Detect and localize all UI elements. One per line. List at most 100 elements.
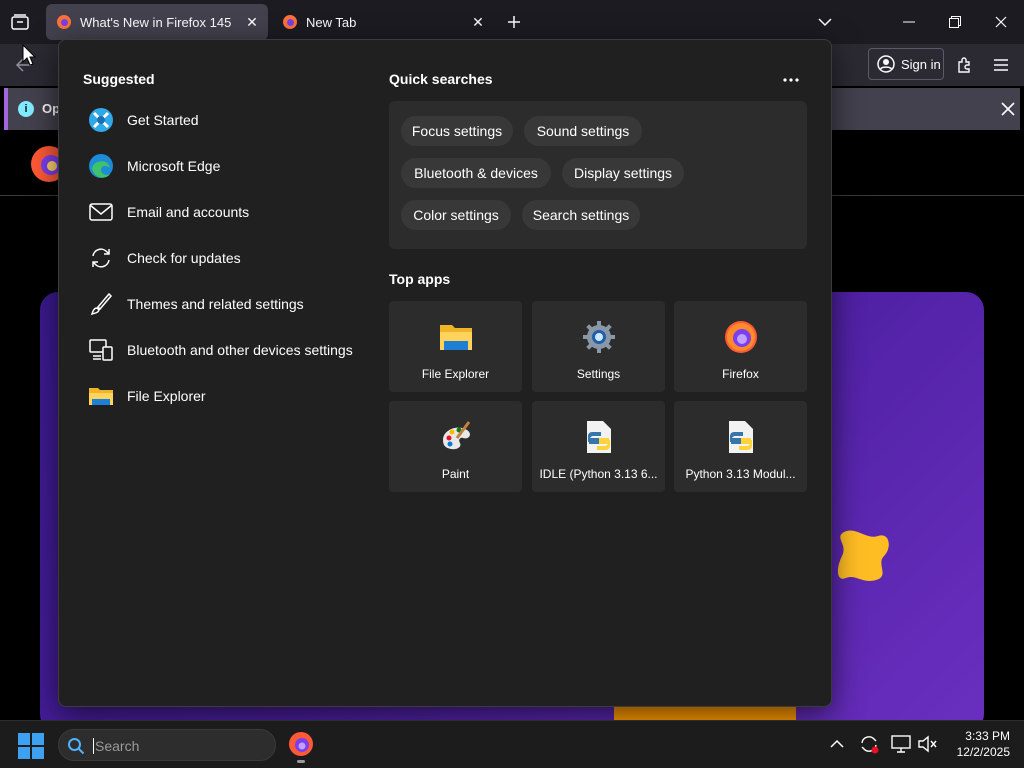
suggested-heading: Suggested	[83, 71, 155, 87]
more-dots-icon	[783, 78, 799, 82]
text-caret	[93, 738, 94, 754]
clock-date: 12/2/2025	[956, 745, 1010, 759]
quick-searches-heading: Quick searches	[389, 71, 493, 87]
app-tile-label: Settings	[576, 367, 621, 381]
app-tile-paint[interactable]: Paint	[389, 401, 522, 492]
list-all-tabs-button[interactable]	[813, 10, 837, 34]
suggested-item-get-started[interactable]: Get Started	[87, 100, 367, 140]
suggested-item-label: Themes and related settings	[127, 296, 304, 312]
windows-logo-icon	[18, 733, 44, 759]
browser-tab-bar: What's New in Firefox 145 ✕ New Tab ✕	[0, 0, 1024, 44]
paint-palette-icon	[442, 421, 470, 450]
close-window-button[interactable]	[978, 0, 1024, 44]
quick-search-chip[interactable]: Bluetooth & devices	[401, 158, 551, 188]
plus-icon	[508, 16, 520, 28]
start-button[interactable]	[18, 733, 44, 759]
taskbar-search-input[interactable]	[93, 735, 267, 757]
suggested-item-label: Check for updates	[127, 250, 241, 266]
extensions-button[interactable]	[952, 52, 978, 78]
firefox-favicon-icon	[283, 15, 297, 29]
app-menu-button[interactable]	[988, 52, 1014, 78]
settings-gear-icon	[582, 321, 615, 353]
suggested-item-file-explorer[interactable]: File Explorer	[87, 376, 367, 416]
network-monitor-icon	[891, 735, 911, 753]
tab-title: What's New in Firefox 145	[80, 14, 232, 30]
folder-icon	[439, 325, 472, 350]
suggested-item-label: Microsoft Edge	[127, 158, 221, 174]
restore-icon	[949, 16, 961, 28]
edge-icon	[89, 154, 113, 178]
app-tile-file-explorer[interactable]: File Explorer	[389, 301, 522, 392]
suggested-item-label: Email and accounts	[127, 204, 250, 220]
speaker-muted-icon	[918, 735, 937, 753]
app-tile-idle[interactable]: IDLE (Python 3.13 6...	[532, 401, 665, 492]
app-tile-settings[interactable]: Settings	[532, 301, 665, 392]
sync-icon	[92, 248, 110, 268]
new-tab-button[interactable]	[502, 10, 526, 34]
tab-title: New Tab	[306, 14, 357, 30]
app-tile-label: File Explorer	[421, 367, 490, 381]
mail-icon	[89, 203, 113, 221]
suggested-item-check-updates[interactable]: Check for updates	[87, 238, 367, 278]
mouse-cursor-icon	[22, 44, 36, 66]
suggested-item-microsoft-edge[interactable]: Microsoft Edge	[87, 146, 367, 186]
app-tile-python-module-docs[interactable]: Python 3.13 Modul...	[674, 401, 807, 492]
volume-button[interactable]	[915, 731, 939, 757]
python-file-icon	[728, 421, 753, 453]
taskbar-firefox-button[interactable]	[286, 729, 316, 763]
start-search-panel: Suggested Get Started Microsoft Edge Ema…	[58, 39, 832, 707]
close-icon	[1001, 102, 1015, 116]
firefox-favicon-icon	[57, 15, 71, 29]
more-options-button[interactable]	[779, 68, 803, 92]
suggested-item-themes[interactable]: Themes and related settings	[87, 284, 367, 324]
show-hidden-icons-button[interactable]	[825, 731, 849, 757]
top-apps-heading: Top apps	[389, 271, 451, 287]
tab-overview-icon	[11, 14, 29, 30]
app-tile-label: Paint	[441, 467, 470, 481]
brush-icon	[90, 292, 113, 316]
quick-search-chip[interactable]: Sound settings	[524, 116, 642, 146]
sync-alert-icon	[861, 736, 879, 754]
info-icon: i	[18, 101, 34, 117]
firefox-icon	[724, 321, 757, 353]
get-started-icon	[89, 108, 113, 132]
tab-new-tab[interactable]: New Tab ✕	[272, 4, 494, 40]
quick-search-chip[interactable]: Focus settings	[401, 116, 513, 146]
python-file-icon	[586, 421, 611, 453]
taskbar-search-box[interactable]	[58, 729, 276, 761]
network-button[interactable]	[889, 731, 913, 757]
notification-close-button[interactable]	[996, 97, 1020, 121]
clock-time: 3:33 PM	[965, 729, 1010, 743]
app-tile-label: IDLE (Python 3.13 6...	[539, 467, 658, 481]
tab-close-icon[interactable]: ✕	[466, 10, 490, 34]
tab-whats-new[interactable]: What's New in Firefox 145 ✕	[46, 4, 268, 40]
account-icon	[877, 55, 895, 73]
close-icon	[995, 16, 1007, 28]
hamburger-menu-icon	[994, 59, 1008, 71]
suggested-item-label: Get Started	[127, 112, 199, 128]
devices-icon	[89, 339, 113, 361]
suggested-item-label: File Explorer	[127, 388, 206, 404]
quick-searches-box: Focus settings Sound settings Bluetooth …	[389, 101, 807, 249]
chevron-down-icon	[818, 18, 832, 27]
system-clock[interactable]: 3:33 PM 12/2/2025	[940, 728, 1010, 760]
running-indicator	[297, 760, 305, 763]
sign-in-label: Sign in	[901, 56, 941, 72]
suggested-item-email-accounts[interactable]: Email and accounts	[87, 192, 367, 232]
search-icon	[68, 738, 85, 755]
tab-close-icon[interactable]: ✕	[240, 10, 264, 34]
suggested-item-bluetooth-devices[interactable]: Bluetooth and other devices settings	[87, 330, 387, 370]
quick-search-chip[interactable]: Search settings	[522, 200, 640, 230]
app-tile-firefox[interactable]: Firefox	[674, 301, 807, 392]
minimize-button[interactable]	[886, 0, 932, 44]
firefox-icon	[289, 732, 313, 756]
puzzle-icon	[958, 57, 970, 73]
folder-icon	[89, 388, 113, 405]
suggested-item-label: Bluetooth and other devices settings	[127, 342, 353, 358]
restore-button[interactable]	[932, 0, 978, 44]
sync-status-button[interactable]	[857, 731, 881, 757]
quick-search-chip[interactable]: Color settings	[401, 200, 511, 230]
quick-search-chip[interactable]: Display settings	[562, 158, 684, 188]
tab-overview-button[interactable]	[8, 10, 32, 34]
sign-in-button[interactable]: Sign in	[868, 48, 944, 80]
